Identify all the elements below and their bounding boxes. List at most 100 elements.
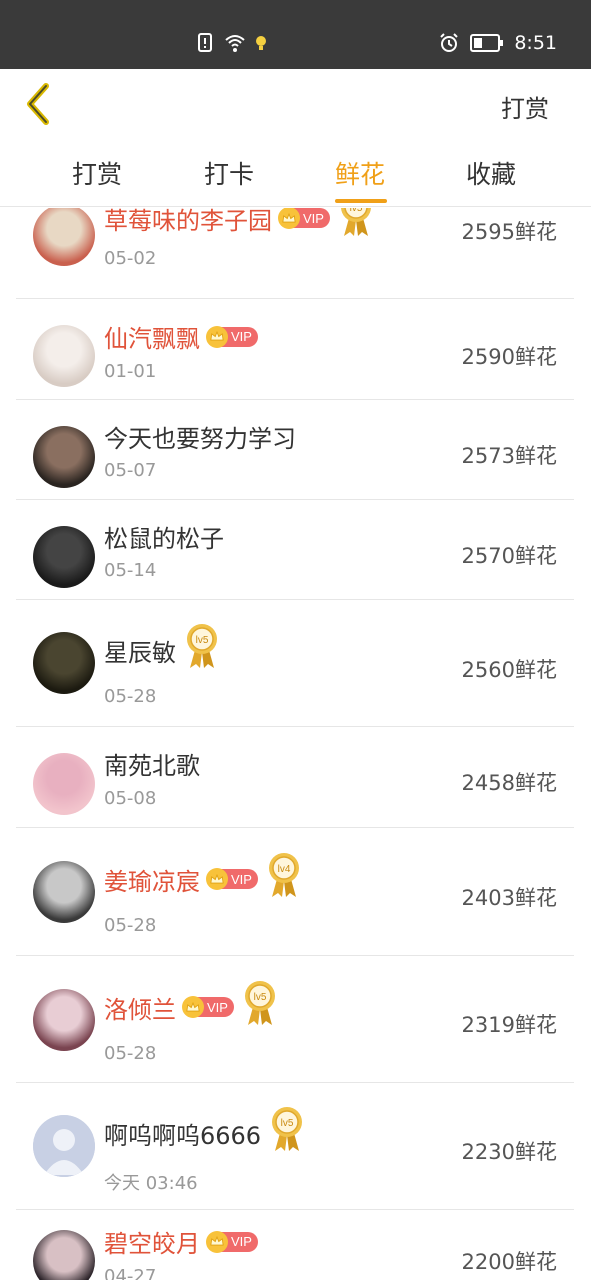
- list-item[interactable]: 松鼠的松子 05-14 2570鲜花: [16, 500, 574, 600]
- date-text: 05-28: [104, 915, 157, 936]
- level-medal-icon: lv4: [266, 851, 302, 899]
- avatar[interactable]: [33, 426, 95, 488]
- status-icons-left: [196, 32, 274, 54]
- date-text: 05-14: [104, 560, 157, 581]
- flower-amount: 2590鲜花: [461, 345, 557, 369]
- vip-badge: VIP: [182, 996, 234, 1018]
- date-text: 05-07: [104, 460, 157, 481]
- name-line: 星辰敏 lv5: [104, 624, 220, 670]
- name-line: 松鼠的松子: [104, 519, 224, 554]
- flower-amount: 2560鲜花: [461, 658, 557, 682]
- vip-label: VIP: [303, 210, 324, 226]
- level-label: lv5: [281, 1118, 294, 1129]
- alarm-icon: [440, 33, 459, 52]
- avatar[interactable]: [33, 989, 95, 1051]
- tab-bar: 打赏 打卡 鲜花 收藏: [0, 139, 591, 207]
- list-item[interactable]: 草莓味的李子园 VIP lv5 05-02 2595鲜花: [16, 208, 574, 299]
- list-item[interactable]: 星辰敏 lv5 05-28 2560鲜花: [16, 600, 574, 727]
- date-text: 05-28: [104, 1043, 157, 1064]
- avatar[interactable]: [33, 1115, 95, 1177]
- sim-alert-icon: [198, 33, 212, 52]
- avatar[interactable]: [33, 753, 95, 815]
- date-text: 05-02: [104, 248, 157, 269]
- chevron-left-icon: [27, 83, 49, 125]
- crown-icon: [278, 208, 300, 229]
- flower-amount: 2573鲜花: [461, 444, 557, 468]
- user-name[interactable]: 碧空皎月: [104, 1224, 200, 1259]
- vip-badge: VIP: [206, 1230, 258, 1253]
- status-icons-right: 8:51: [438, 32, 557, 54]
- name-line: 南苑北歌: [104, 746, 200, 781]
- user-name[interactable]: 今天也要努力学习: [104, 419, 296, 454]
- user-name[interactable]: 星辰敏: [104, 633, 176, 668]
- level-label: lv5: [196, 635, 209, 646]
- user-name[interactable]: 仙汽飘飘: [104, 319, 200, 354]
- avatar[interactable]: [33, 861, 95, 923]
- user-name[interactable]: 草莓味的李子园: [104, 208, 272, 236]
- date-text: 01-01: [104, 361, 157, 382]
- flower-amount: 2595鲜花: [461, 220, 557, 244]
- vip-label: VIP: [231, 1234, 252, 1249]
- bulb-icon: [256, 36, 266, 50]
- level-label: lv4: [278, 864, 291, 875]
- name-line: 姜瑜凉宸 VIP lv4: [104, 853, 302, 899]
- crown-icon: [206, 868, 228, 890]
- name-line: 仙汽飘飘 VIP: [104, 319, 258, 354]
- battery-icon: [470, 34, 504, 52]
- avatar[interactable]: [33, 1230, 95, 1280]
- vip-badge: VIP: [278, 208, 330, 229]
- crown-icon: [206, 1230, 228, 1253]
- name-line: 洛倾兰 VIP lv5: [104, 981, 278, 1027]
- user-name[interactable]: 南苑北歌: [104, 746, 200, 781]
- name-line: 碧空皎月 VIP: [104, 1224, 258, 1259]
- flower-amount: 2570鲜花: [461, 544, 557, 568]
- list-item[interactable]: 碧空皎月 VIP 04-27 2200鲜花: [16, 1210, 574, 1280]
- flower-amount: 2403鲜花: [461, 886, 557, 910]
- avatar[interactable]: [33, 632, 95, 694]
- user-name[interactable]: 姜瑜凉宸: [104, 862, 200, 897]
- level-medal-icon: lv5: [338, 208, 374, 238]
- status-bar: 8:51: [0, 0, 591, 69]
- tab-checkin[interactable]: 打卡: [204, 155, 254, 191]
- user-name[interactable]: 松鼠的松子: [104, 519, 224, 554]
- flower-amount: 2230鲜花: [461, 1140, 557, 1164]
- level-medal-icon: lv5: [269, 1105, 305, 1153]
- level-label: lv5: [350, 208, 363, 214]
- list-item[interactable]: 今天也要努力学习 05-07 2573鲜花: [16, 400, 574, 500]
- tab-flowers[interactable]: 鲜花: [335, 155, 385, 191]
- status-time: 8:51: [514, 32, 557, 54]
- list-item[interactable]: 洛倾兰 VIP lv5 05-28 2319鲜花: [16, 956, 574, 1083]
- list-item[interactable]: 啊呜啊呜6666 lv5 今天 03:46 2230鲜花: [16, 1083, 574, 1210]
- avatar[interactable]: [33, 526, 95, 588]
- vip-label: VIP: [231, 329, 252, 344]
- back-button[interactable]: [18, 79, 60, 129]
- date-text: 今天 03:46: [104, 1173, 198, 1194]
- user-name[interactable]: 啊呜啊呜6666: [104, 1116, 261, 1151]
- level-medal-icon: lv5: [242, 979, 278, 1027]
- list-item[interactable]: 仙汽飘飘 VIP 01-01 2590鲜花: [16, 299, 574, 400]
- user-name[interactable]: 洛倾兰: [104, 990, 176, 1025]
- avatar[interactable]: [33, 208, 95, 266]
- vip-badge: VIP: [206, 868, 258, 890]
- date-text: 05-28: [104, 686, 157, 707]
- list-item[interactable]: 南苑北歌 05-08 2458鲜花: [16, 727, 574, 828]
- tab-favorites[interactable]: 收藏: [466, 155, 516, 191]
- nav-bar: 打赏: [0, 69, 591, 139]
- name-line: 啊呜啊呜6666 lv5: [104, 1107, 305, 1153]
- flower-amount: 2200鲜花: [461, 1250, 557, 1274]
- active-tab-indicator: [335, 199, 387, 203]
- date-text: 05-08: [104, 788, 157, 809]
- name-line: 今天也要努力学习: [104, 419, 296, 454]
- tab-reward[interactable]: 打赏: [72, 155, 122, 191]
- level-label: lv5: [254, 992, 267, 1003]
- flower-ranking-list: 草莓味的李子园 VIP lv5 05-02 2595鲜花仙汽飘飘 VIP 01-01 2590…: [16, 208, 574, 1280]
- wifi-icon: [225, 35, 245, 52]
- crown-icon: [206, 325, 228, 348]
- name-line: 草莓味的李子园 VIP lv5: [104, 208, 374, 238]
- avatar[interactable]: [33, 325, 95, 387]
- vip-label: VIP: [231, 871, 252, 887]
- default-avatar-icon: [33, 1115, 95, 1177]
- reward-action-button[interactable]: 打赏: [501, 89, 549, 124]
- crown-icon: [182, 996, 204, 1018]
- list-item[interactable]: 姜瑜凉宸 VIP lv4 05-28 2403鲜花: [16, 828, 574, 956]
